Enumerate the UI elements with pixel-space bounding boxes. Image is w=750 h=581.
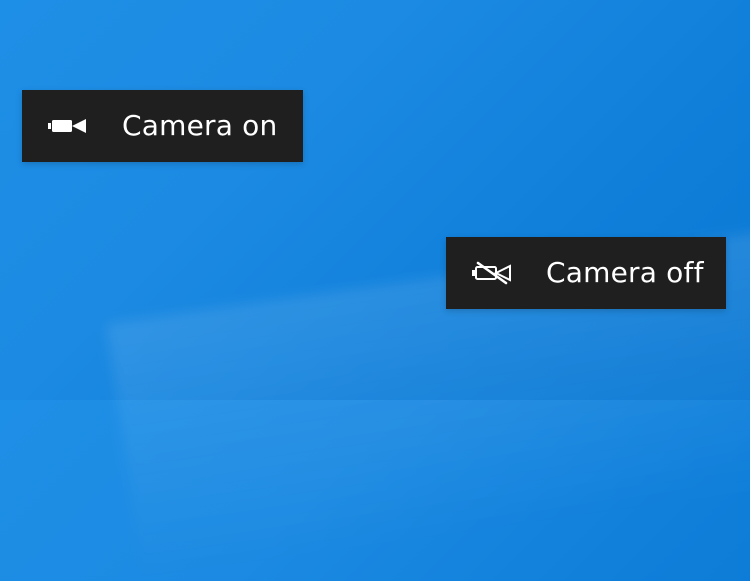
video-camera-off-icon: [472, 261, 512, 285]
camera-off-toast: Camera off: [446, 237, 726, 309]
camera-on-toast: Camera on: [22, 90, 303, 162]
video-camera-icon: [48, 114, 88, 138]
camera-on-label: Camera on: [122, 109, 278, 142]
camera-off-label: Camera off: [546, 256, 704, 289]
